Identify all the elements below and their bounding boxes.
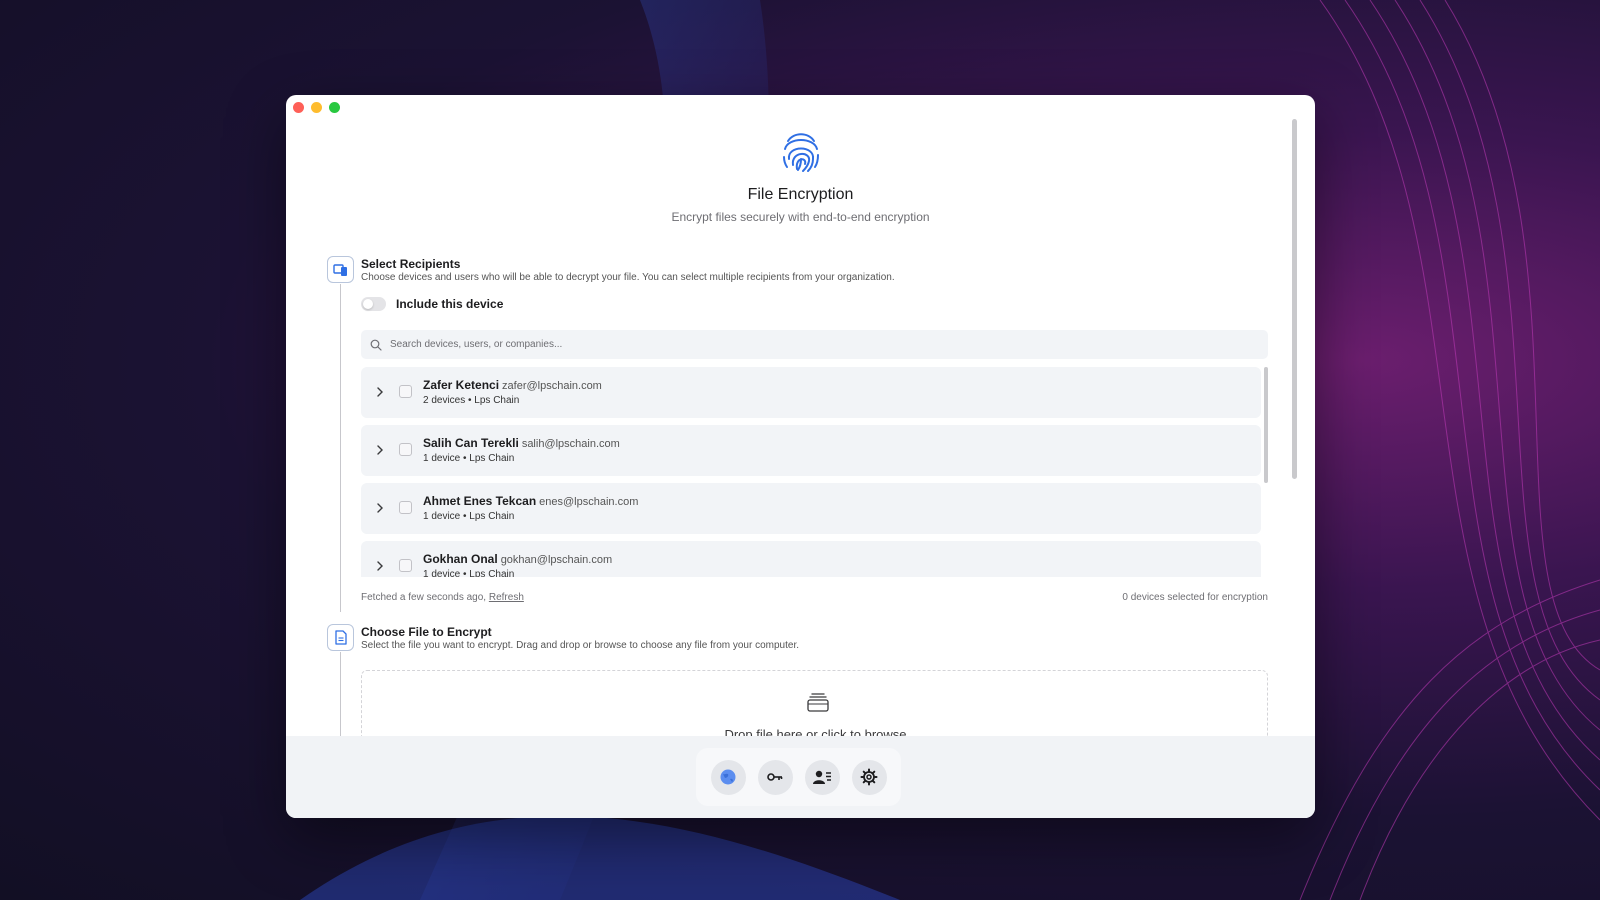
section-title-recipients: Select Recipients [361, 257, 461, 271]
recipient-identity: Ahmet Enes Tekcan enes@lpschain.com [423, 494, 638, 508]
step-connector [340, 652, 341, 736]
tab-keys[interactable] [757, 759, 793, 795]
recipient-meta: 1 device • Lps Chain [423, 569, 515, 577]
chevron-right-icon[interactable] [375, 559, 385, 573]
recipient-checkbox[interactable] [399, 443, 412, 456]
tab-encrypt[interactable] [710, 759, 746, 795]
include-device-toggle[interactable] [361, 297, 386, 311]
list-scrollbar[interactable] [1264, 367, 1268, 483]
selected-count: 0 devices selected for encryption [1122, 592, 1268, 603]
page-header: File Encryption Encrypt files securely w… [286, 129, 1315, 224]
tab-contacts[interactable] [804, 759, 840, 795]
recipient-email: enes@lpschain.com [539, 496, 639, 508]
recipient-identity: Zafer Ketenci zafer@lpschain.com [423, 378, 602, 392]
search-icon [370, 339, 382, 351]
recipient-row[interactable]: Zafer Ketenci zafer@lpschain.com 2 device… [361, 367, 1261, 418]
include-device-row: Include this device [361, 297, 503, 311]
step-connector [340, 284, 341, 612]
recipient-row[interactable]: Gokhan Onal gokhan@lpschain.com 1 device … [361, 541, 1261, 577]
recipient-name: Zafer Ketenci [423, 378, 500, 392]
chevron-right-icon[interactable] [375, 501, 385, 515]
contacts-icon [813, 770, 831, 784]
recipient-meta: 1 device • Lps Chain [423, 453, 515, 464]
fetch-status: Fetched a few seconds ago, Refresh [361, 592, 524, 603]
recipient-email: gokhan@lpschain.com [500, 554, 613, 566]
key-icon [767, 773, 783, 781]
recipient-checkbox[interactable] [399, 501, 412, 514]
recipient-email: zafer@lpschain.com [502, 380, 602, 392]
refresh-link[interactable]: Refresh [489, 592, 524, 603]
recipient-meta: 2 devices • Lps Chain [423, 395, 520, 406]
bottom-bar [286, 736, 1315, 818]
devices-icon [327, 256, 354, 283]
recipient-list: Zafer Ketenci zafer@lpschain.com 2 device… [361, 367, 1268, 577]
fetch-status-text: Fetched a few seconds ago, [361, 592, 487, 603]
file-icon [327, 624, 354, 651]
recipient-row[interactable]: Ahmet Enes Tekcan enes@lpschain.com 1 dev… [361, 483, 1261, 534]
recipient-meta: 1 device • Lps Chain [423, 511, 515, 522]
recipient-search [361, 330, 1268, 359]
fingerprint-icon [782, 133, 819, 172]
search-input[interactable] [390, 339, 1250, 350]
chevron-right-icon[interactable] [375, 443, 385, 457]
recipient-identity: Salih Can Terekli salih@lpschain.com [423, 436, 620, 450]
inbox-tray-icon [807, 693, 829, 712]
app-window: File Encryption Encrypt files securely w… [286, 95, 1315, 818]
tab-dock [696, 748, 901, 806]
recipient-row[interactable]: Salih Can Terekli salih@lpschain.com 1 de… [361, 425, 1261, 476]
recipient-checkbox[interactable] [399, 385, 412, 398]
gear-icon [860, 768, 878, 786]
page-title: File Encryption [747, 186, 854, 203]
recipient-email: salih@lpschain.com [521, 438, 620, 450]
section-description-file: Select the file you want to encrypt. Dra… [361, 640, 800, 651]
recipient-name: Ahmet Enes Tekcan [423, 494, 537, 508]
page-subtitle: Encrypt files securely with end-to-end e… [671, 210, 930, 224]
tab-settings[interactable] [851, 759, 887, 795]
recipient-name: Salih Can Terekli [423, 436, 519, 450]
include-device-label: Include this device [396, 297, 504, 311]
globe-icon [720, 769, 736, 785]
file-dropzone[interactable]: Drop file here or click to browse [361, 670, 1268, 736]
main-content: File Encryption Encrypt files securely w… [286, 95, 1315, 736]
section-title-file: Choose File to Encrypt [361, 625, 492, 639]
chevron-right-icon[interactable] [375, 385, 385, 399]
recipient-name: Gokhan Onal [423, 552, 498, 566]
recipient-identity: Gokhan Onal gokhan@lpschain.com [423, 552, 612, 566]
dropzone-text: Drop file here or click to browse [724, 727, 907, 736]
recipient-checkbox[interactable] [399, 559, 412, 572]
section-description-recipients: Choose devices and users who will be abl… [361, 272, 895, 283]
